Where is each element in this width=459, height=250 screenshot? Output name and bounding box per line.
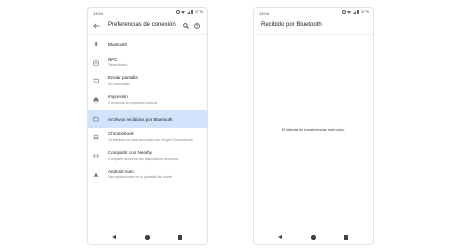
signal-icon [352,10,356,14]
status-icons: 37 % [341,10,369,14]
item-subtitle: 2 servicios de impresión activos [108,100,158,105]
status-bar: 13:04 37 % [254,8,373,17]
navigation-bar [88,231,207,244]
battery-percent: 37 % [360,10,369,14]
nav-home-icon[interactable] [311,235,316,240]
list-item-nearby-share[interactable]: Compartir con Nearby Comparte archivos c… [88,147,207,166]
app-bar: Recibido por Bluetooth [254,17,373,35]
item-subtitle: Usa aplicaciones en la pantalla del coch… [108,175,173,180]
item-title: Compartir con Nearby [108,150,153,156]
alarm-icon [341,10,346,14]
page-title: Preferencias de conexión [108,22,176,28]
item-title: Enviar pantalla [108,75,138,81]
nfc-icon [93,60,99,66]
alarm-icon [175,10,180,14]
item-title: Archivos recibidos por Bluetooth [108,116,173,122]
print-icon [93,97,99,103]
android-auto-icon [93,172,99,178]
page-title: Recibido por Bluetooth [261,22,322,28]
chromebook-icon [93,135,99,140]
nav-home-icon[interactable] [145,235,150,240]
item-subtitle: Comparte archivos con dispositivos cerca… [108,156,179,161]
arrow-back-icon[interactable] [93,22,100,29]
status-bar: 13:04 37 % [88,8,207,17]
status-time: 13:04 [259,10,270,16]
phone-screen-connection-preferences: 13:04 37 % Preferencias de conexión Blue… [87,7,208,245]
battery-icon [357,10,360,14]
item-title: Android Auto [108,168,134,174]
status-time: 13:04 [93,10,104,16]
item-subtitle: No conectado [108,81,130,86]
item-title: Chromebook [108,131,134,137]
navigation-bar [254,231,373,244]
list-item-cast[interactable]: Enviar pantalla No conectado [88,72,207,91]
item-subtitle: Tu teléfono no está vinculado con ningún… [108,137,193,142]
empty-state-message: El historial de transferencias está vací… [281,128,346,132]
status-icons: 37 % [175,10,203,14]
item-title: NFC [108,56,118,62]
item-title: Impresión [108,94,128,100]
nearby-share-icon [93,154,99,159]
wifi-icon [347,10,352,14]
battery-percent: 37 % [194,10,203,14]
cast-icon [93,79,99,84]
bluetooth-icon [94,41,98,47]
nav-recents-icon[interactable] [344,235,349,240]
battery-icon [191,10,194,14]
list-item-bluetooth[interactable]: Bluetooth [88,35,207,54]
help-icon[interactable] [194,22,200,29]
list-item-nfc[interactable]: NFC Desactivado [88,54,207,73]
search-icon[interactable] [183,22,189,29]
folder-icon [93,116,99,122]
app-bar: Preferencias de conexión [88,17,207,35]
item-subtitle: Desactivado [108,63,128,68]
list-item-bluetooth-files[interactable]: Archivos recibidos por Bluetooth [88,109,207,129]
nav-back-icon[interactable] [278,235,282,239]
settings-list: Bluetooth NFC Desactivado Enviar pantall… [88,35,207,185]
wifi-icon [181,10,186,14]
nav-recents-icon[interactable] [178,235,183,240]
list-item-chromebook[interactable]: Chromebook Tu teléfono no está vinculado… [88,128,207,147]
list-item-print[interactable]: Impresión 2 servicios de impresión activ… [88,91,207,110]
signal-icon [186,10,190,14]
list-item-android-auto[interactable]: Android Auto Usa aplicaciones en la pant… [88,166,207,185]
nav-back-icon[interactable] [112,235,116,239]
item-title: Bluetooth [108,42,128,47]
phone-screen-bluetooth-received: 13:04 37 % Recibido por Bluetooth El his… [253,7,374,245]
